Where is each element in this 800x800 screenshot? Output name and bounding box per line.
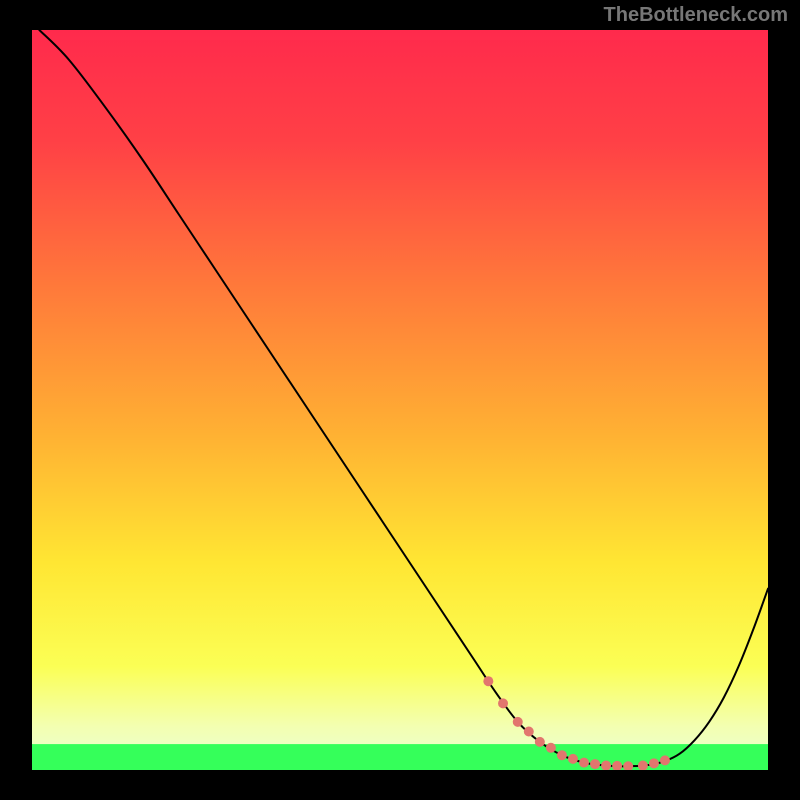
watermark-text: TheBottleneck.com — [604, 4, 788, 27]
highlight-dot — [649, 758, 659, 768]
chart-svg — [32, 30, 768, 770]
gradient-bg — [32, 30, 768, 770]
highlight-dot — [660, 755, 670, 765]
highlight-dot — [590, 759, 600, 769]
highlight-dot — [568, 754, 578, 764]
highlight-dot — [483, 676, 493, 686]
highlight-dot — [524, 727, 534, 737]
highlight-dot — [498, 698, 508, 708]
highlight-dot — [513, 717, 523, 727]
plot-area — [32, 30, 768, 770]
highlight-dot — [535, 737, 545, 747]
highlight-dot — [579, 758, 589, 768]
highlight-dot — [557, 750, 567, 760]
chart-canvas: TheBottleneck.com — [0, 0, 800, 800]
highlight-dot — [546, 743, 556, 753]
